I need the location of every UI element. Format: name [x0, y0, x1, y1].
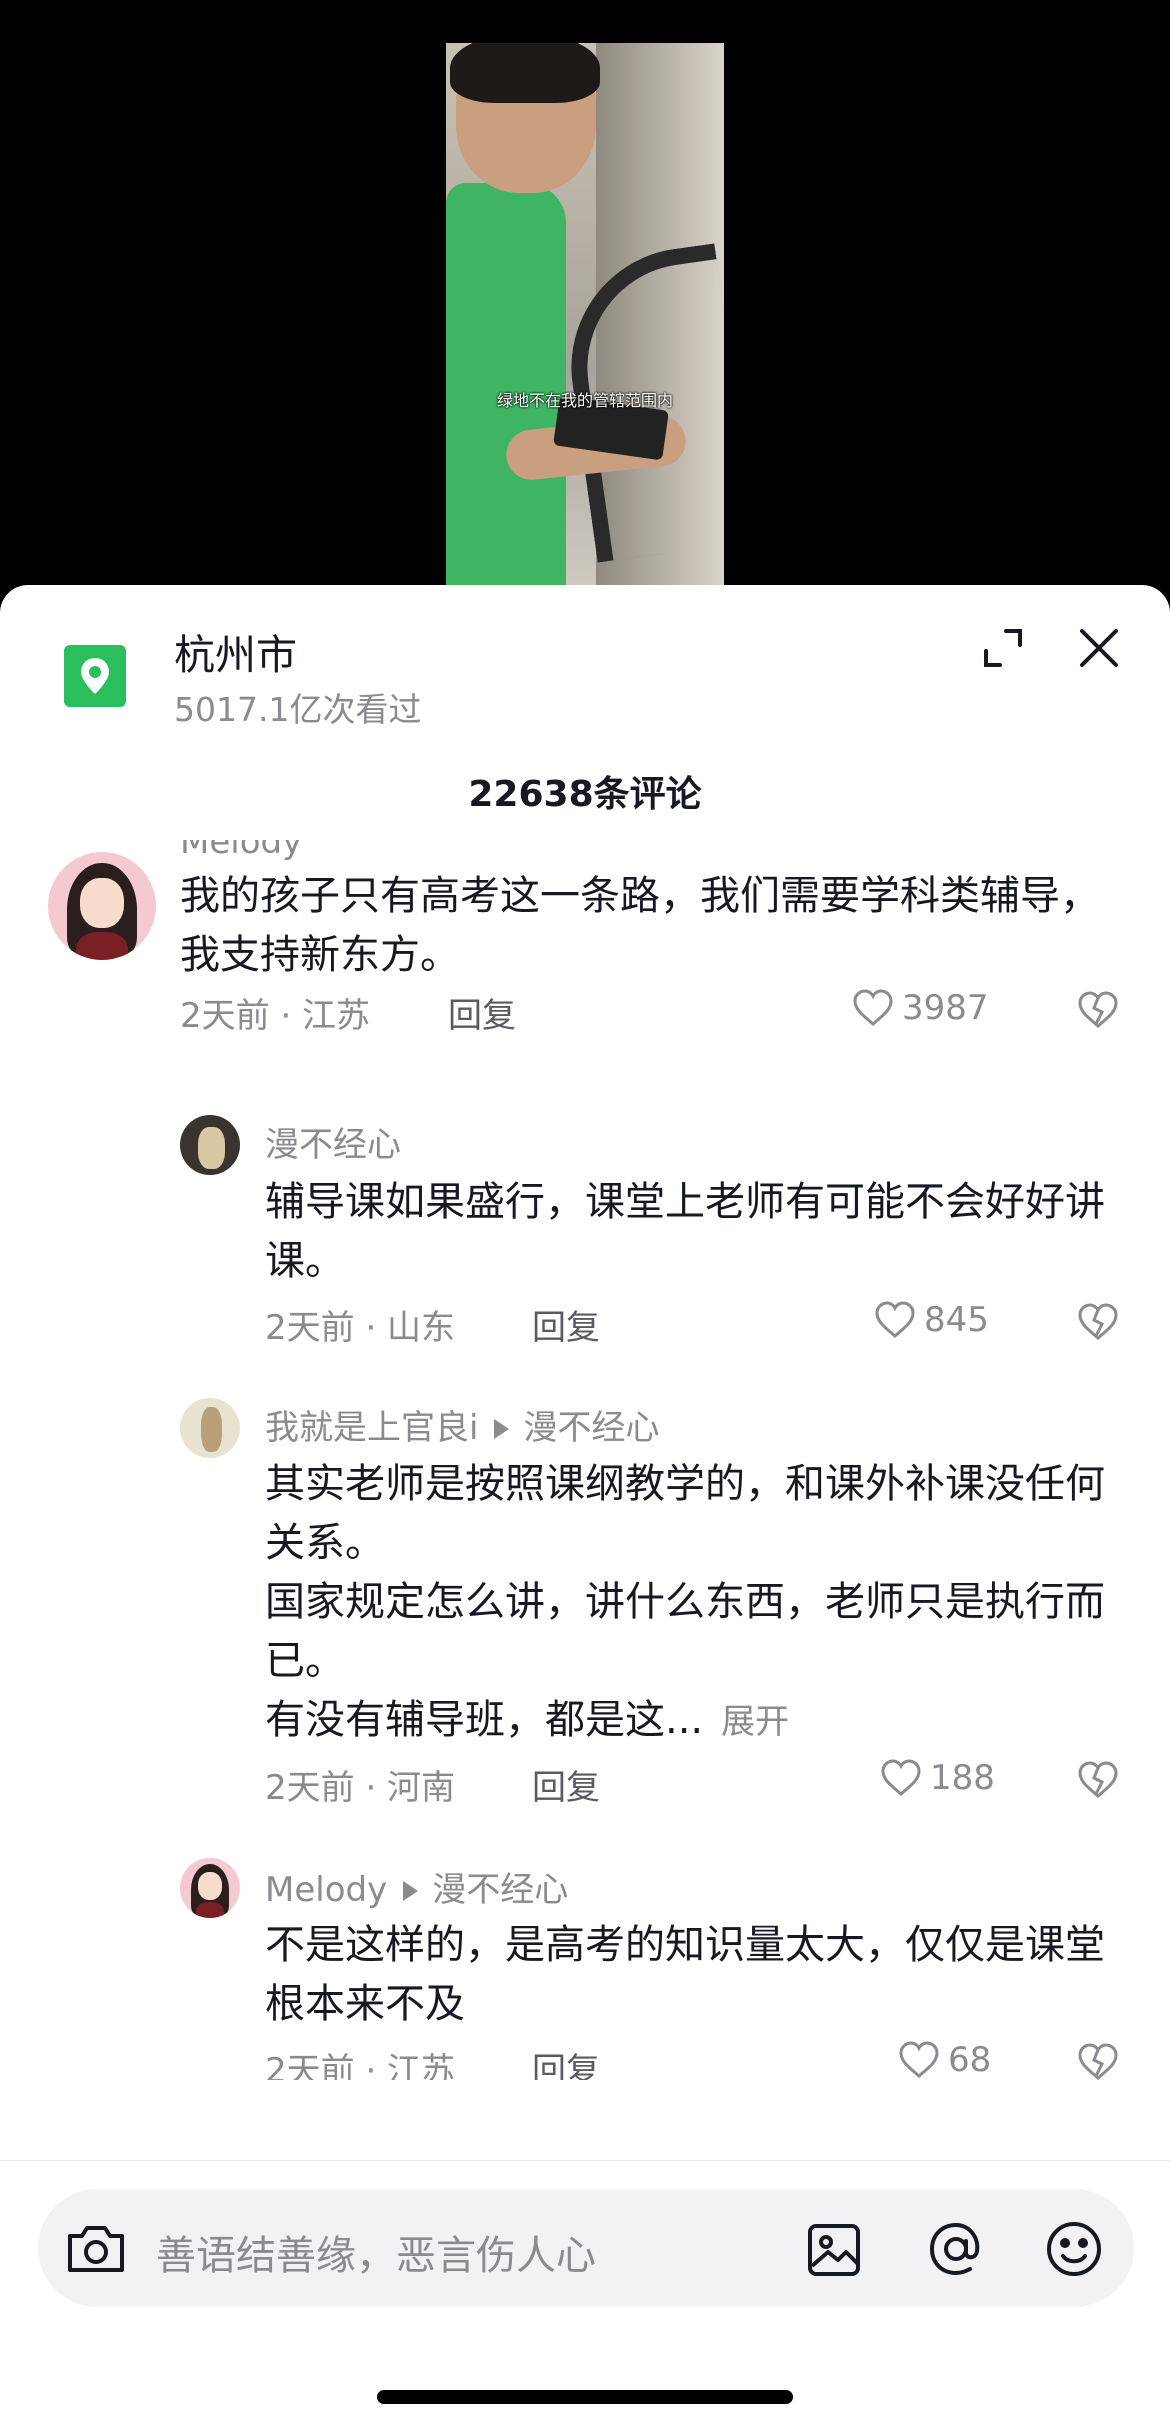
reply-button[interactable]: 回复 [532, 1760, 600, 1809]
reply-button[interactable]: 回复 [532, 2043, 600, 2080]
comment-meta: 2天前 · 江苏 [180, 996, 371, 1036]
video-person [446, 183, 566, 586]
camera-icon[interactable] [64, 2222, 128, 2280]
expand-icon[interactable] [980, 625, 1026, 671]
video-person-hair [450, 43, 600, 103]
comment-list[interactable]: Melody 我的孩子只有高考这一条路，我们需要学科类辅导，我支持新东方。 2天… [0, 840, 1170, 2080]
heart-icon [853, 989, 893, 1027]
like-button[interactable]: 68 [898, 2040, 991, 2080]
comment-author[interactable]: Melody [265, 1870, 387, 1910]
like-button[interactable]: 845 [874, 1300, 989, 1340]
comment-text: 辅导课如果盛行，课堂上老师有可能不会好好讲课。 [265, 1179, 1105, 1284]
reply-to-author[interactable]: 漫不经心 [523, 1408, 659, 1448]
comment-author-line[interactable]: 我就是上官良i 漫不经心 [265, 1400, 659, 1449]
comment-text-line: 国家规定怎么讲，讲什么东西，老师只是执行而已。 [265, 1579, 1105, 1684]
video-frame[interactable]: 绿地不在我的管辖范围内 [446, 43, 724, 586]
reply-to-author[interactable]: 漫不经心 [432, 1870, 568, 1910]
dislike-icon[interactable] [1077, 1303, 1119, 1345]
close-icon[interactable] [1076, 625, 1122, 671]
like-count: 188 [930, 1758, 995, 1798]
comment-author-line[interactable]: Melody 漫不经心 [265, 1862, 568, 1911]
divider [0, 2160, 1170, 2161]
comment-text: 不是这样的，是高考的知识量太大，仅仅是课堂根本来不及 [265, 1922, 1105, 2027]
reply-button[interactable]: 回复 [448, 988, 516, 1037]
like-button[interactable]: 188 [880, 1758, 995, 1798]
reply-arrow-icon [403, 1880, 419, 1901]
avatar[interactable] [48, 852, 156, 960]
comment-sheet: 杭州市 5017.1亿次看过 22638条评论 Melody 我的孩子只有高考这… [0, 585, 1170, 2434]
heart-icon [881, 1759, 921, 1797]
heart-icon [875, 1301, 915, 1339]
dislike-icon[interactable] [1077, 991, 1119, 1033]
dislike-icon[interactable] [1077, 2043, 1119, 2080]
avatar[interactable] [180, 1398, 240, 1458]
dislike-icon[interactable] [1077, 1761, 1119, 1803]
avatar[interactable] [180, 1858, 240, 1918]
comment-text-line: 有没有辅导班，都是这... 展开 [265, 1697, 790, 1743]
comment-meta: 2天前 · 山东 [265, 1308, 456, 1348]
like-count: 845 [924, 1300, 989, 1340]
video-player[interactable]: 绿地不在我的管辖范围内 [0, 0, 1170, 600]
reply-button[interactable]: 回复 [532, 1300, 600, 1349]
comment-input[interactable]: 善语结善缘，恶言伤人心 [156, 2223, 596, 2281]
comment-author[interactable]: Melody [180, 840, 302, 862]
comment-meta: 2天前 · 河南 [265, 1768, 456, 1808]
reply-arrow-icon [494, 1418, 510, 1439]
comment-count: 22638条评论 [468, 774, 702, 815]
like-count: 3987 [902, 988, 989, 1028]
comment-text: 我的孩子只有高考这一条路，我们需要学科类辅导，我支持新东方。 [180, 873, 1100, 978]
expand-more-link[interactable]: 展开 [721, 1702, 789, 1742]
heart-icon [899, 2041, 939, 2079]
comment-input-bar[interactable]: 善语结善缘，恶言伤人心 [38, 2189, 1134, 2307]
comment-text: 其实老师是按照课纲教学的，和课外补课没任何关系。 国家规定怎么讲，讲什么东西，老… [265, 1455, 1105, 1752]
avatar[interactable] [180, 1115, 240, 1175]
comment-text-line: 其实老师是按照课纲教学的，和课外补课没任何关系。 [265, 1461, 1105, 1566]
emoji-icon[interactable] [1044, 2219, 1104, 2283]
video-subtitle: 绿地不在我的管辖范围内 [496, 391, 673, 410]
comment-author[interactable]: 漫不经心 [265, 1117, 401, 1166]
like-count: 68 [948, 2040, 992, 2080]
location-name[interactable]: 杭州市 [174, 621, 297, 681]
comment-author[interactable]: 我就是上官良i [265, 1408, 478, 1448]
home-indicator[interactable] [377, 2390, 793, 2404]
location-views: 5017.1亿次看过 [174, 690, 422, 729]
like-button[interactable]: 3987 [852, 988, 989, 1028]
location-pin-icon [64, 645, 126, 707]
location-header[interactable]: 杭州市 5017.1亿次看过 [0, 585, 1170, 735]
image-icon[interactable] [806, 2222, 862, 2282]
at-mention-icon[interactable] [926, 2219, 986, 2283]
comment-meta: 2天前 · 江苏 [265, 2051, 456, 2080]
